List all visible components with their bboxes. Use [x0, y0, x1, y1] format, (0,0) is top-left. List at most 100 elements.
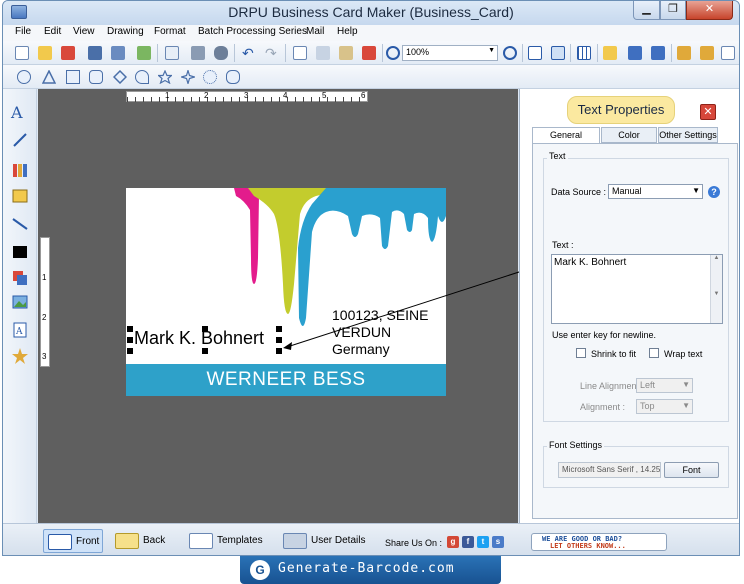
card-address-line[interactable]: VERDUN [332, 324, 391, 341]
menu-mail[interactable]: Mail [306, 26, 324, 37]
paste-icon[interactable] [337, 44, 355, 62]
tab-general-settings[interactable]: General Settings [532, 127, 600, 154]
document-text-icon[interactable]: A [11, 321, 29, 339]
menu-edit[interactable]: Edit [44, 26, 61, 37]
database-icon[interactable] [212, 44, 230, 62]
close-doc-icon[interactable] [59, 44, 77, 62]
menu-view[interactable]: View [73, 26, 95, 37]
grid-icon[interactable] [575, 44, 593, 62]
layers-icon[interactable] [11, 269, 29, 287]
zoom-in-icon[interactable] [384, 44, 402, 62]
menu-drawing[interactable]: Drawing [107, 26, 144, 37]
library-icon[interactable] [11, 161, 29, 179]
templates-button[interactable]: Templates [185, 529, 269, 553]
data-source-select[interactable]: Manual ▼ [608, 184, 703, 199]
google-plus-icon[interactable]: g [447, 536, 459, 548]
diamond-icon[interactable] [112, 69, 128, 85]
selection-handle[interactable] [276, 337, 282, 343]
newline-hint: Use enter key for newline. [552, 330, 657, 340]
menu-batch-processing[interactable]: Batch Processing Series [198, 26, 307, 37]
alignment-label: Alignment : [580, 402, 626, 412]
zoom-select[interactable]: 100% ▼ [402, 45, 498, 61]
selection-handle[interactable] [127, 348, 133, 354]
triangle-icon[interactable] [41, 69, 57, 84]
save-as-icon[interactable] [109, 44, 127, 62]
barcode-tool-icon[interactable] [11, 243, 29, 261]
selection-handle[interactable] [127, 326, 133, 332]
twitter-icon[interactable]: t [477, 536, 489, 548]
menu-help[interactable]: Help [337, 26, 358, 37]
image-tool-icon[interactable] [11, 187, 29, 205]
facebook-icon[interactable]: f [462, 536, 474, 548]
cloud-icon[interactable] [226, 70, 240, 84]
textarea-scrollbar[interactable]: ▲ ▼ [710, 255, 722, 323]
company-name-text[interactable]: WERNEER BESS [126, 364, 446, 396]
arc-icon[interactable] [135, 70, 149, 84]
print-icon[interactable] [189, 44, 207, 62]
burst-icon[interactable] [203, 70, 217, 84]
cut-icon[interactable] [314, 44, 332, 62]
close-icon[interactable]: ✕ [700, 104, 716, 120]
export-icon[interactable] [135, 44, 153, 62]
rectangle-icon[interactable] [66, 70, 80, 84]
help-icon[interactable]: ? [708, 186, 720, 198]
text-input-value: Mark K. Bohnert [554, 257, 627, 268]
properties-icon[interactable] [163, 44, 181, 62]
text-tool-icon[interactable]: A [11, 103, 29, 122]
menu-file[interactable]: File [15, 26, 31, 37]
signature-icon[interactable] [11, 347, 29, 365]
line-alignment-select[interactable]: Left ▼ [636, 378, 693, 393]
new-icon[interactable] [13, 44, 31, 62]
card-properties-icon[interactable] [719, 44, 737, 62]
selection-handle[interactable] [202, 326, 208, 332]
maximize-button[interactable]: ❐ [660, 1, 686, 20]
close-button[interactable]: ✕ [686, 1, 733, 20]
user-details-button[interactable]: User Details [279, 529, 369, 553]
feedback-button[interactable]: WE ARE GOOD OR BAD? LET OTHERS KNOW... [531, 533, 667, 551]
selection-handle[interactable] [127, 337, 133, 343]
wrap-text-checkbox[interactable] [649, 348, 659, 358]
tab-other-settings[interactable]: Other Settings [658, 127, 718, 143]
back-button[interactable]: Back [111, 529, 171, 553]
bring-front-icon[interactable] [626, 44, 644, 62]
menu-format[interactable]: Format [154, 26, 186, 37]
picture-icon[interactable] [11, 293, 29, 311]
tab-color-settings[interactable]: Color Settings [601, 127, 657, 154]
redo-icon[interactable]: ↷ [263, 44, 281, 62]
front-button[interactable]: Front [43, 529, 103, 553]
send-back-icon[interactable] [649, 44, 667, 62]
star-4-icon[interactable] [179, 68, 197, 86]
design-canvas[interactable]: 1 2 3 4 5 6 1 2 3 Mark K. Bohnert 100123… [38, 89, 518, 523]
lock-icon[interactable] [675, 44, 693, 62]
selection-handle[interactable] [202, 348, 208, 354]
card-address-line[interactable]: 100123, SEINE [332, 307, 429, 324]
undo-icon[interactable]: ↶ [240, 44, 258, 62]
minimize-button[interactable]: ▁ [633, 1, 660, 20]
selection-handle[interactable] [276, 348, 282, 354]
business-card[interactable]: Mark K. Bohnert 100123, SEINE VERDUN Ger… [126, 188, 446, 396]
alignment-select[interactable]: Top ▼ [636, 399, 693, 414]
send-mail-icon[interactable] [601, 44, 619, 62]
fit-window-icon[interactable] [549, 44, 567, 62]
selection-handle[interactable] [276, 326, 282, 332]
zoom-out-icon[interactable] [501, 44, 519, 62]
shrink-to-fit-checkbox[interactable] [576, 348, 586, 358]
unlock-icon[interactable] [698, 44, 716, 62]
pen-tool-icon[interactable] [11, 131, 29, 149]
share-label: Share Us On : [385, 538, 443, 548]
rounded-rectangle-icon[interactable] [89, 70, 103, 84]
text-input[interactable]: Mark K. Bohnert ▲ ▼ [551, 254, 723, 324]
card-name-text[interactable]: Mark K. Bohnert [134, 328, 264, 349]
open-icon[interactable] [36, 44, 54, 62]
ellipse-icon[interactable] [17, 70, 31, 84]
save-icon[interactable] [86, 44, 104, 62]
line-tool-icon[interactable] [11, 215, 29, 233]
font-button[interactable]: Font [664, 462, 719, 478]
star-icon[interactable] [156, 69, 174, 85]
delete-icon[interactable] [360, 44, 378, 62]
share-icon[interactable]: s [492, 536, 504, 548]
menu-bar: File Edit View Drawing Format Batch Proc… [3, 25, 739, 41]
actual-size-icon[interactable] [526, 44, 544, 62]
card-address-line[interactable]: Germany [332, 341, 390, 358]
copy-icon[interactable] [291, 44, 309, 62]
